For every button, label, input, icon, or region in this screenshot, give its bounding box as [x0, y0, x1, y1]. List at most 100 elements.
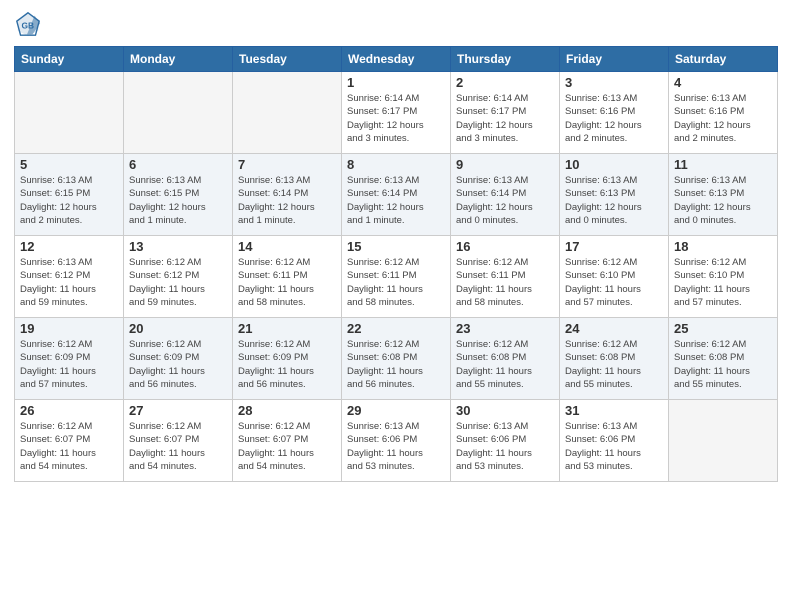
day-cell: 17 Sunrise: 6:12 AM Sunset: 6:10 PM Dayli…: [560, 236, 669, 318]
day-info: Sunrise: 6:12 AM Sunset: 6:09 PM Dayligh…: [238, 338, 336, 391]
day-cell: [669, 400, 778, 482]
day-cell: [124, 72, 233, 154]
day-number: 24: [565, 321, 663, 336]
day-number: 8: [347, 157, 445, 172]
day-info: Sunrise: 6:13 AM Sunset: 6:14 PM Dayligh…: [456, 174, 554, 227]
day-number: 1: [347, 75, 445, 90]
day-cell: 10 Sunrise: 6:13 AM Sunset: 6:13 PM Dayli…: [560, 154, 669, 236]
day-cell: 12 Sunrise: 6:13 AM Sunset: 6:12 PM Dayli…: [15, 236, 124, 318]
weekday-header-sunday: Sunday: [15, 47, 124, 72]
day-info: Sunrise: 6:12 AM Sunset: 6:10 PM Dayligh…: [674, 256, 772, 309]
day-cell: 1 Sunrise: 6:14 AM Sunset: 6:17 PM Daylig…: [342, 72, 451, 154]
day-number: 4: [674, 75, 772, 90]
day-info: Sunrise: 6:12 AM Sunset: 6:09 PM Dayligh…: [129, 338, 227, 391]
header: GB: [14, 10, 778, 38]
day-cell: 9 Sunrise: 6:13 AM Sunset: 6:14 PM Daylig…: [451, 154, 560, 236]
day-info: Sunrise: 6:12 AM Sunset: 6:12 PM Dayligh…: [129, 256, 227, 309]
svg-text:GB: GB: [21, 21, 34, 31]
day-cell: 13 Sunrise: 6:12 AM Sunset: 6:12 PM Dayli…: [124, 236, 233, 318]
day-cell: 21 Sunrise: 6:12 AM Sunset: 6:09 PM Dayli…: [233, 318, 342, 400]
day-info: Sunrise: 6:13 AM Sunset: 6:13 PM Dayligh…: [565, 174, 663, 227]
week-row-5: 26 Sunrise: 6:12 AM Sunset: 6:07 PM Dayli…: [15, 400, 778, 482]
day-cell: 26 Sunrise: 6:12 AM Sunset: 6:07 PM Dayli…: [15, 400, 124, 482]
week-row-2: 5 Sunrise: 6:13 AM Sunset: 6:15 PM Daylig…: [15, 154, 778, 236]
day-number: 28: [238, 403, 336, 418]
day-cell: 15 Sunrise: 6:12 AM Sunset: 6:11 PM Dayli…: [342, 236, 451, 318]
day-cell: 14 Sunrise: 6:12 AM Sunset: 6:11 PM Dayli…: [233, 236, 342, 318]
day-number: 13: [129, 239, 227, 254]
day-number: 22: [347, 321, 445, 336]
day-info: Sunrise: 6:13 AM Sunset: 6:15 PM Dayligh…: [129, 174, 227, 227]
day-number: 7: [238, 157, 336, 172]
day-cell: 30 Sunrise: 6:13 AM Sunset: 6:06 PM Dayli…: [451, 400, 560, 482]
day-number: 10: [565, 157, 663, 172]
day-info: Sunrise: 6:12 AM Sunset: 6:08 PM Dayligh…: [674, 338, 772, 391]
weekday-header-saturday: Saturday: [669, 47, 778, 72]
day-cell: 23 Sunrise: 6:12 AM Sunset: 6:08 PM Dayli…: [451, 318, 560, 400]
week-row-1: 1 Sunrise: 6:14 AM Sunset: 6:17 PM Daylig…: [15, 72, 778, 154]
day-info: Sunrise: 6:12 AM Sunset: 6:07 PM Dayligh…: [20, 420, 118, 473]
day-cell: 6 Sunrise: 6:13 AM Sunset: 6:15 PM Daylig…: [124, 154, 233, 236]
day-number: 9: [456, 157, 554, 172]
day-number: 18: [674, 239, 772, 254]
day-number: 15: [347, 239, 445, 254]
day-number: 20: [129, 321, 227, 336]
logo: GB: [14, 10, 46, 38]
day-cell: 20 Sunrise: 6:12 AM Sunset: 6:09 PM Dayli…: [124, 318, 233, 400]
day-info: Sunrise: 6:12 AM Sunset: 6:10 PM Dayligh…: [565, 256, 663, 309]
day-number: 23: [456, 321, 554, 336]
day-info: Sunrise: 6:13 AM Sunset: 6:14 PM Dayligh…: [347, 174, 445, 227]
day-info: Sunrise: 6:12 AM Sunset: 6:08 PM Dayligh…: [565, 338, 663, 391]
day-cell: 4 Sunrise: 6:13 AM Sunset: 6:16 PM Daylig…: [669, 72, 778, 154]
day-info: Sunrise: 6:13 AM Sunset: 6:06 PM Dayligh…: [456, 420, 554, 473]
weekday-header-wednesday: Wednesday: [342, 47, 451, 72]
day-number: 14: [238, 239, 336, 254]
day-cell: 8 Sunrise: 6:13 AM Sunset: 6:14 PM Daylig…: [342, 154, 451, 236]
day-info: Sunrise: 6:13 AM Sunset: 6:12 PM Dayligh…: [20, 256, 118, 309]
day-number: 19: [20, 321, 118, 336]
day-cell: 29Sunrise: 6:13 AM Sunset: 6:06 PM Dayli…: [342, 400, 451, 482]
day-cell: [15, 72, 124, 154]
day-info: Sunrise: 6:12 AM Sunset: 6:08 PM Dayligh…: [456, 338, 554, 391]
day-number: 5: [20, 157, 118, 172]
week-row-3: 12 Sunrise: 6:13 AM Sunset: 6:12 PM Dayli…: [15, 236, 778, 318]
day-cell: 16Sunrise: 6:12 AM Sunset: 6:11 PM Dayli…: [451, 236, 560, 318]
day-cell: 11Sunrise: 6:13 AM Sunset: 6:13 PM Dayli…: [669, 154, 778, 236]
day-info: Sunrise: 6:13 AM Sunset: 6:16 PM Dayligh…: [565, 92, 663, 145]
day-cell: 3 Sunrise: 6:13 AM Sunset: 6:16 PM Daylig…: [560, 72, 669, 154]
day-number: 27: [129, 403, 227, 418]
day-info: Sunrise: 6:14 AM Sunset: 6:17 PM Dayligh…: [347, 92, 445, 145]
day-info: Sunrise: 6:13 AM Sunset: 6:06 PM Dayligh…: [347, 420, 445, 473]
day-number: 11: [674, 157, 772, 172]
day-number: 6: [129, 157, 227, 172]
day-info: Sunrise: 6:14 AM Sunset: 6:17 PM Dayligh…: [456, 92, 554, 145]
day-number: 12: [20, 239, 118, 254]
weekday-header-thursday: Thursday: [451, 47, 560, 72]
day-number: 3: [565, 75, 663, 90]
day-number: 25: [674, 321, 772, 336]
weekday-header-tuesday: Tuesday: [233, 47, 342, 72]
day-cell: 7 Sunrise: 6:13 AM Sunset: 6:14 PM Daylig…: [233, 154, 342, 236]
day-number: 26: [20, 403, 118, 418]
day-info: Sunrise: 6:13 AM Sunset: 6:06 PM Dayligh…: [565, 420, 663, 473]
day-number: 30: [456, 403, 554, 418]
day-info: Sunrise: 6:12 AM Sunset: 6:07 PM Dayligh…: [238, 420, 336, 473]
day-info: Sunrise: 6:12 AM Sunset: 6:11 PM Dayligh…: [238, 256, 336, 309]
day-cell: 27 Sunrise: 6:12 AM Sunset: 6:07 PM Dayli…: [124, 400, 233, 482]
day-cell: 2Sunrise: 6:14 AM Sunset: 6:17 PM Daylig…: [451, 72, 560, 154]
day-cell: [233, 72, 342, 154]
day-info: Sunrise: 6:12 AM Sunset: 6:08 PM Dayligh…: [347, 338, 445, 391]
day-info: Sunrise: 6:12 AM Sunset: 6:11 PM Dayligh…: [347, 256, 445, 309]
day-info: Sunrise: 6:12 AM Sunset: 6:11 PM Dayligh…: [456, 256, 554, 309]
day-cell: 24 Sunrise: 6:12 AM Sunset: 6:08 PM Dayli…: [560, 318, 669, 400]
day-info: Sunrise: 6:13 AM Sunset: 6:14 PM Dayligh…: [238, 174, 336, 227]
day-cell: 31 Sunrise: 6:13 AM Sunset: 6:06 PM Dayli…: [560, 400, 669, 482]
day-cell: 18 Sunrise: 6:12 AM Sunset: 6:10 PM Dayli…: [669, 236, 778, 318]
day-cell: 19Sunrise: 6:12 AM Sunset: 6:09 PM Dayli…: [15, 318, 124, 400]
day-number: 31: [565, 403, 663, 418]
day-info: Sunrise: 6:13 AM Sunset: 6:16 PM Dayligh…: [674, 92, 772, 145]
day-number: 21: [238, 321, 336, 336]
day-number: 17: [565, 239, 663, 254]
day-info: Sunrise: 6:12 AM Sunset: 6:07 PM Dayligh…: [129, 420, 227, 473]
day-cell: 5Sunrise: 6:13 AM Sunset: 6:15 PM Daylig…: [15, 154, 124, 236]
